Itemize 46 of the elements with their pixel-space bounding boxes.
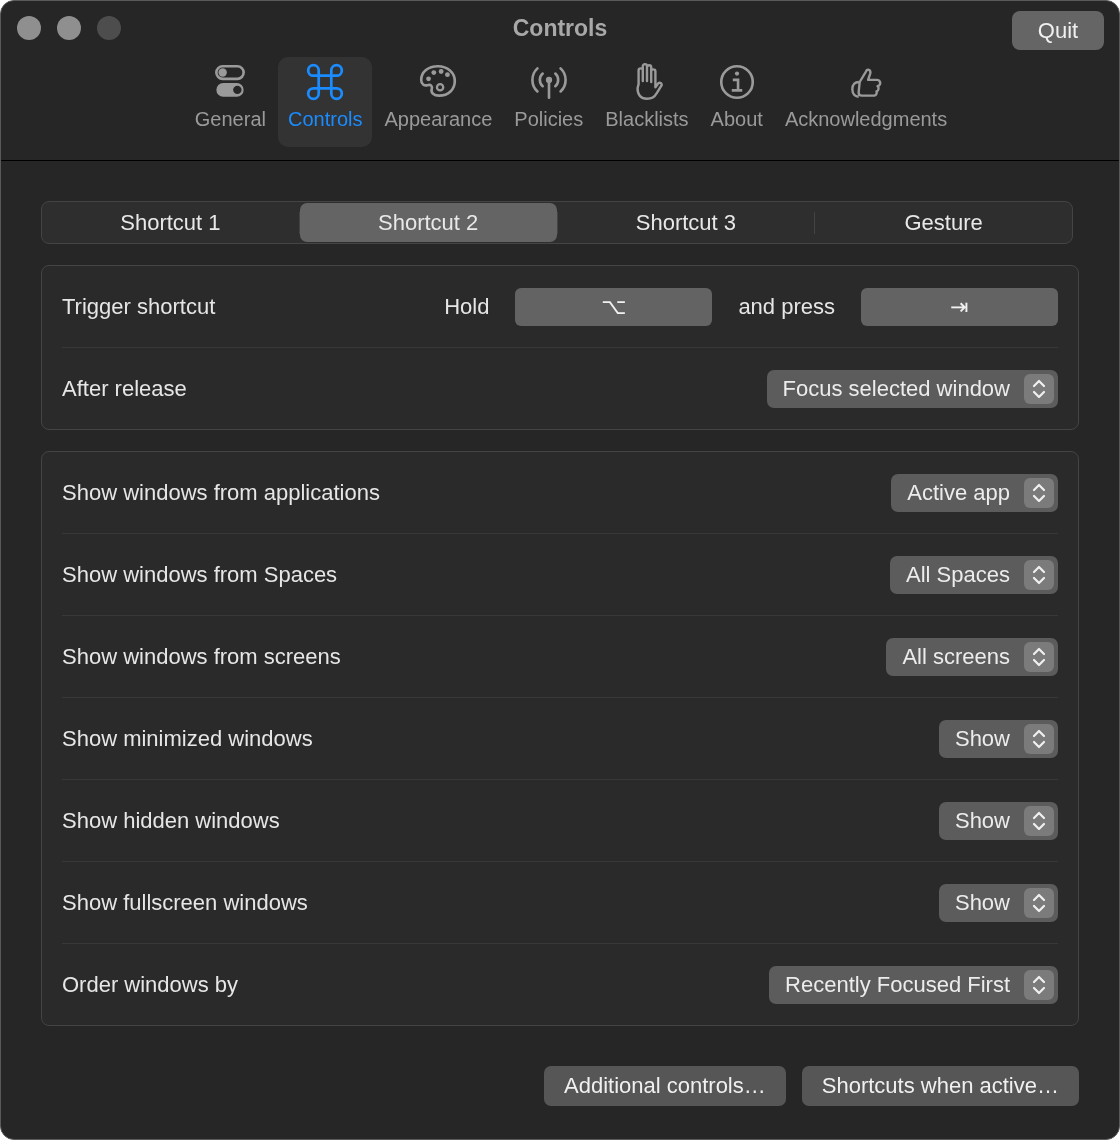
push-button[interactable]: Shortcuts when active… xyxy=(801,1066,1079,1106)
window-title: Controls xyxy=(511,14,609,42)
popup-button[interactable]: Focus selected window xyxy=(766,369,1058,408)
popup-button[interactable]: All Spaces xyxy=(890,555,1058,594)
setting-label: Trigger shortcut xyxy=(62,293,216,320)
popup-button[interactable]: Show xyxy=(938,719,1058,758)
setting-label: Show windows from Spaces xyxy=(62,561,338,588)
toolbar-tab[interactable]: Controls xyxy=(277,57,373,147)
setting-label: Show windows from screens xyxy=(62,643,341,670)
chevron-icon xyxy=(1024,969,1054,1000)
toolbar-tab[interactable]: Policies xyxy=(504,57,594,147)
popup-button[interactable]: Active app xyxy=(891,473,1058,512)
toolbar-tab[interactable]: Acknowledgments xyxy=(774,57,958,147)
push-button[interactable]: Additional controls… xyxy=(544,1066,786,1106)
toolbar-tab[interactable]: General xyxy=(184,57,276,147)
press-label: and press xyxy=(738,293,835,320)
segment-tab[interactable]: Shortcut 2 xyxy=(299,203,557,242)
segment-tab[interactable]: Gesture xyxy=(815,203,1072,242)
chevron-icon xyxy=(1024,373,1054,404)
close-button[interactable] xyxy=(17,16,41,40)
popup-button[interactable]: Show xyxy=(938,883,1058,922)
setting-label: Show minimized windows xyxy=(62,725,313,752)
segment-tab[interactable]: Shortcut 3 xyxy=(557,203,815,242)
setting-label: After release xyxy=(62,375,187,402)
toolbar-tab[interactable]: Blacklists xyxy=(595,57,699,147)
chevron-icon xyxy=(1024,477,1054,508)
shortcut-field[interactable]: ⌥ xyxy=(515,287,713,326)
quit-button[interactable]: Quit xyxy=(1012,11,1104,50)
setting-label: Show hidden windows xyxy=(62,807,280,834)
hold-label: Hold xyxy=(444,293,490,320)
popup-button[interactable]: Show xyxy=(938,801,1058,840)
chevron-icon xyxy=(1024,805,1054,836)
shortcut-field[interactable]: ⇥ xyxy=(861,287,1058,326)
segment-tab[interactable]: Shortcut 1 xyxy=(42,203,299,242)
popup-button[interactable]: All screens xyxy=(886,637,1058,676)
setting-label: Show fullscreen windows xyxy=(62,889,308,916)
setting-label: Order windows by xyxy=(62,971,239,998)
chevron-icon xyxy=(1024,723,1054,754)
popup-button[interactable]: Recently Focused First xyxy=(769,965,1058,1004)
chevron-icon xyxy=(1024,641,1054,672)
toolbar-tab[interactable]: About xyxy=(700,57,773,147)
minimize-button[interactable] xyxy=(57,16,81,40)
chevron-icon xyxy=(1024,559,1054,590)
setting-label: Show windows from applications xyxy=(62,479,380,506)
toolbar-tab[interactable]: Appearance xyxy=(374,57,503,147)
chevron-icon xyxy=(1024,887,1054,918)
